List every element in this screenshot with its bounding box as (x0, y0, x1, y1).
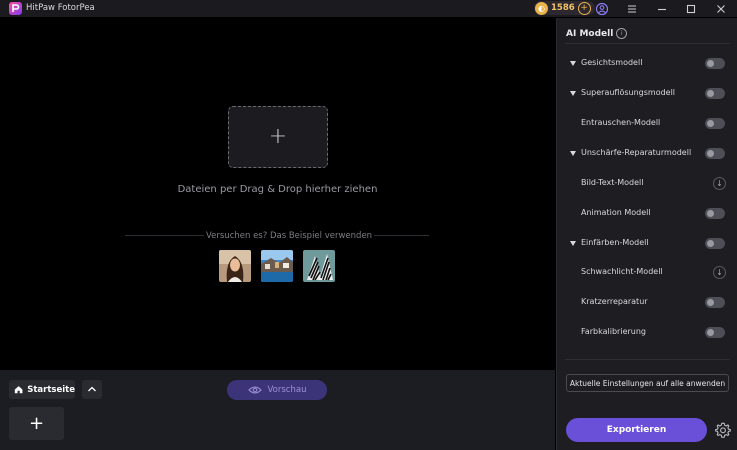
sample-image-zebra[interactable] (303, 250, 335, 282)
eye-icon (247, 386, 262, 394)
model-row-bild-text[interactable]: Bild-Text-Modell ↓ (557, 177, 737, 193)
model-label: Kratzerreparatur (581, 297, 648, 306)
maximize-icon[interactable] (683, 1, 699, 17)
model-row-gesichtsmodell[interactable]: Gesichtsmodell (557, 57, 737, 73)
preview-label: Vorschau (267, 385, 307, 395)
add-file-icon: + (268, 124, 288, 149)
model-row-farbkalibrierung[interactable]: Farbkalibrierung (557, 326, 737, 342)
divider (565, 43, 730, 44)
export-button[interactable]: Exportieren (566, 418, 707, 442)
model-toggle[interactable] (705, 118, 725, 129)
caret-down-icon[interactable] (570, 91, 576, 96)
model-label: Bild-Text-Modell (581, 178, 644, 187)
panel-title: AI Modell (566, 28, 614, 39)
model-label: Superauflösungsmodell (581, 88, 676, 97)
caret-down-icon[interactable] (570, 241, 576, 246)
home-icon (14, 386, 23, 394)
model-label: Einfärben-Modell (581, 238, 649, 247)
model-row-kratzerreparatur[interactable]: Kratzerreparatur (557, 296, 737, 312)
panel-header: AI Modell i (566, 28, 628, 39)
model-toggle[interactable] (705, 88, 725, 99)
home-button[interactable]: Startseite (9, 380, 75, 399)
model-row-entrauschen[interactable]: Entrauschen-Modell (557, 117, 737, 133)
model-toggle[interactable] (705, 148, 725, 159)
model-row-einfaerben[interactable]: Einfärben-Modell (557, 237, 737, 253)
coin-count: 1586 (551, 3, 575, 13)
model-row-animation[interactable]: Animation Modell (557, 207, 737, 223)
model-row-unschaerfe[interactable]: Unschärfe-Reparaturmodell (557, 147, 737, 163)
bottom-bar: Startseite + Vorschau (0, 370, 555, 450)
model-toggle[interactable] (705, 297, 725, 308)
expand-button[interactable] (82, 380, 102, 399)
caret-down-icon[interactable] (570, 61, 576, 66)
model-label: Entrauschen-Modell (581, 118, 661, 127)
try-sample-text: Versuchen es? Das Beispiel verwenden (204, 231, 375, 241)
gear-icon[interactable] (714, 421, 732, 439)
download-icon[interactable]: ↓ (713, 266, 726, 279)
caret-down-icon[interactable] (570, 151, 576, 156)
add-coins-icon[interactable]: + (577, 1, 591, 15)
model-label: Farbkalibrierung (581, 327, 646, 336)
minimize-icon[interactable] (654, 1, 670, 17)
app-logo-icon (9, 2, 22, 15)
download-icon[interactable]: ↓ (713, 177, 726, 190)
coin-balance[interactable]: ◐ 1586 + (534, 1, 595, 15)
close-icon[interactable] (713, 1, 729, 17)
app-title: HitPaw FotorPea (26, 3, 95, 13)
chevron-up-icon (88, 386, 96, 392)
model-label: Schwachlicht-Modell (581, 267, 663, 276)
divider (565, 359, 730, 360)
model-label: Unschärfe-Reparaturmodell (581, 148, 692, 157)
add-image-button[interactable]: + (9, 407, 64, 440)
title-bar: HitPaw FotorPea ◐ 1586 + (0, 0, 737, 17)
sample-image-portrait[interactable] (219, 250, 251, 282)
drop-hint-text: Dateien per Drag & Drop hierher ziehen (177, 184, 378, 195)
sample-image-coast[interactable] (261, 250, 293, 282)
model-label: Animation Modell (581, 208, 651, 217)
menu-icon[interactable] (624, 1, 640, 17)
model-label: Gesichtsmodell (581, 58, 643, 67)
coin-icon: ◐ (535, 1, 548, 15)
canvas-area: + Dateien per Drag & Drop hierher ziehen… (0, 18, 555, 370)
account-icon[interactable] (594, 1, 610, 17)
model-row-superaufloesung[interactable]: Superauflösungsmodell (557, 87, 737, 103)
info-icon[interactable]: i (616, 28, 628, 39)
model-toggle[interactable] (705, 238, 725, 249)
model-toggle[interactable] (705, 58, 725, 69)
home-label: Startseite (27, 384, 75, 395)
apply-all-button[interactable]: Aktuelle Einstellungen auf alle anwenden (566, 374, 729, 392)
model-row-schwachlicht[interactable]: Schwachlicht-Modell ↓ (557, 266, 737, 282)
preview-button[interactable]: Vorschau (227, 380, 327, 400)
drop-zone[interactable]: + (228, 106, 328, 168)
model-toggle[interactable] (705, 327, 725, 338)
model-toggle[interactable] (705, 208, 725, 219)
ai-model-panel: AI Modell i Gesichtsmodell Superauflösun… (556, 18, 737, 450)
